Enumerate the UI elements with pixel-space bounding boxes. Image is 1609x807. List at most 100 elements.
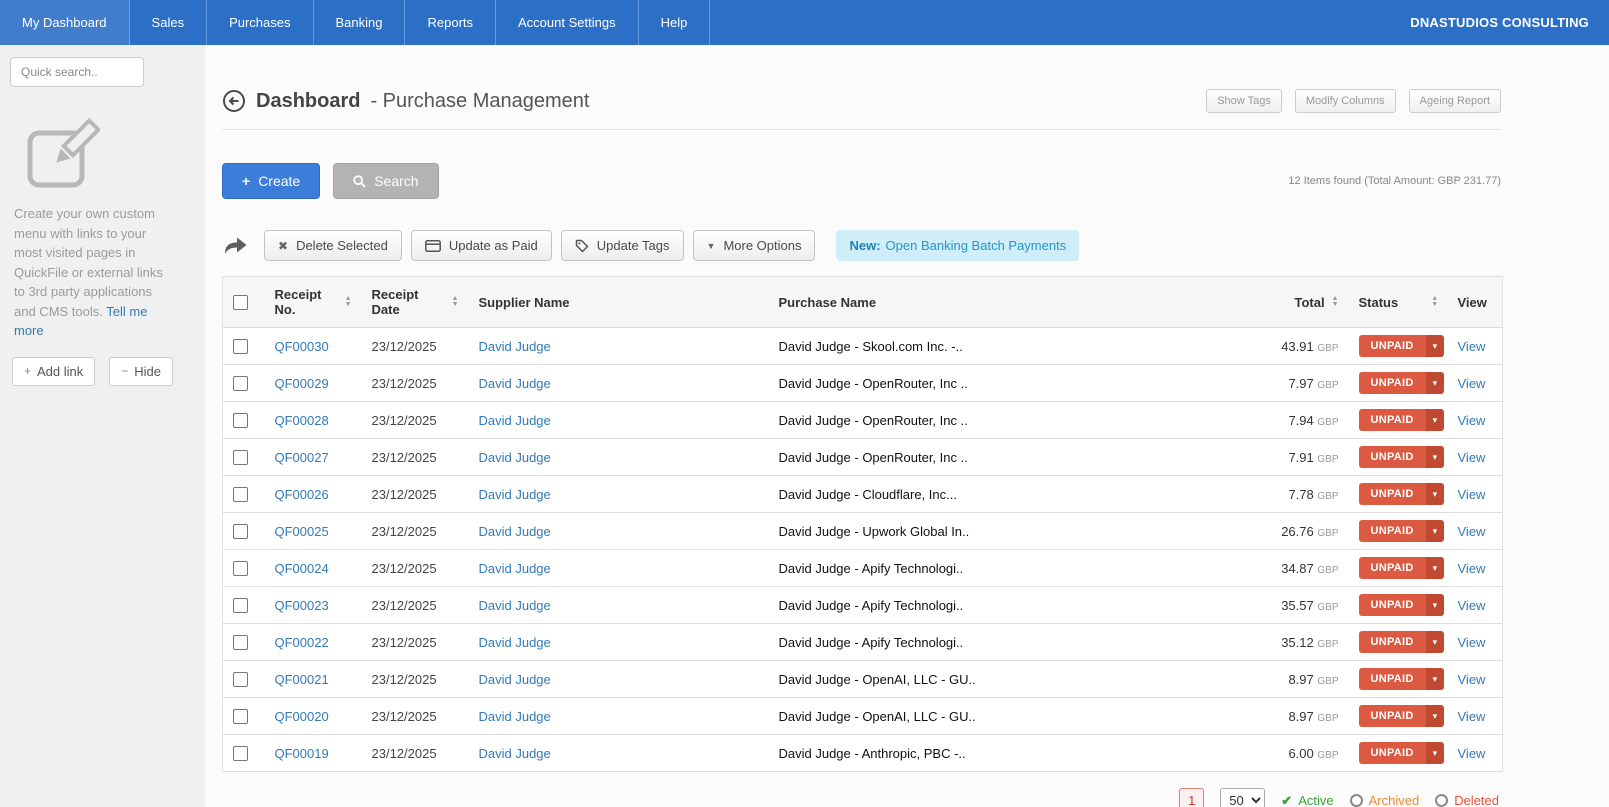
receipt-no-link[interactable]: QF00019: [275, 746, 329, 761]
receipt-no-link[interactable]: QF00029: [275, 376, 329, 391]
status-badge[interactable]: UNPAID ▾: [1358, 409, 1445, 431]
status-badge[interactable]: UNPAID ▾: [1358, 446, 1445, 468]
receipt-no-link[interactable]: QF00028: [275, 413, 329, 428]
view-link[interactable]: View: [1458, 746, 1486, 761]
status-caret-icon[interactable]: ▾: [1425, 446, 1445, 468]
page-size-select[interactable]: 50: [1220, 788, 1266, 807]
row-checkbox[interactable]: [233, 450, 248, 466]
ageing-report-button[interactable]: Ageing Report: [1408, 89, 1501, 113]
supplier-link[interactable]: David Judge: [479, 339, 551, 354]
row-checkbox[interactable]: [233, 672, 248, 688]
receipt-no-link[interactable]: QF00030: [275, 339, 329, 354]
row-checkbox[interactable]: [233, 339, 248, 355]
status-badge[interactable]: UNPAID ▾: [1358, 520, 1445, 542]
view-link[interactable]: View: [1458, 339, 1486, 354]
update-as-paid-button[interactable]: Update as Paid: [410, 230, 552, 261]
status-badge[interactable]: UNPAID ▾: [1358, 742, 1445, 764]
filter-archived[interactable]: Archived: [1349, 793, 1419, 807]
supplier-link[interactable]: David Judge: [479, 561, 551, 576]
status-badge[interactable]: UNPAID ▾: [1358, 372, 1445, 394]
status-caret-icon[interactable]: ▾: [1425, 742, 1445, 764]
supplier-link[interactable]: David Judge: [479, 413, 551, 428]
status-caret-icon[interactable]: ▾: [1425, 520, 1445, 542]
sort-receipt-no-icon[interactable]: [345, 296, 352, 308]
supplier-link[interactable]: David Judge: [479, 709, 551, 724]
sort-total-icon[interactable]: [1332, 296, 1339, 308]
view-link[interactable]: View: [1458, 413, 1486, 428]
row-checkbox[interactable]: [233, 709, 248, 725]
row-checkbox[interactable]: [233, 524, 248, 540]
update-tags-button[interactable]: Update Tags: [560, 230, 684, 261]
row-checkbox[interactable]: [233, 746, 248, 762]
pagination-page-1[interactable]: 1: [1179, 788, 1205, 807]
row-checkbox[interactable]: [233, 487, 248, 503]
create-button[interactable]: + Create: [222, 163, 321, 199]
nav-item-account-settings[interactable]: Account Settings: [496, 0, 639, 45]
nav-item-help[interactable]: Help: [639, 0, 711, 45]
view-link[interactable]: View: [1458, 561, 1486, 576]
receipt-no-link[interactable]: QF00027: [275, 450, 329, 465]
status-badge[interactable]: UNPAID ▾: [1358, 594, 1445, 616]
add-link-button[interactable]: + Add link: [12, 356, 96, 386]
status-caret-icon[interactable]: ▾: [1425, 483, 1445, 505]
sort-receipt-date-icon[interactable]: [452, 296, 459, 308]
show-tags-button[interactable]: Show Tags: [1206, 89, 1282, 113]
receipt-no-link[interactable]: QF00021: [275, 672, 329, 687]
status-caret-icon[interactable]: ▾: [1425, 372, 1445, 394]
status-caret-icon[interactable]: ▾: [1425, 409, 1445, 431]
view-link[interactable]: View: [1458, 376, 1486, 391]
view-link[interactable]: View: [1458, 635, 1486, 650]
nav-item-my-dashboard[interactable]: My Dashboard: [0, 0, 130, 45]
nav-item-sales[interactable]: Sales: [130, 0, 208, 45]
nav-item-reports[interactable]: Reports: [405, 0, 497, 45]
more-options-button[interactable]: ▼ More Options: [692, 230, 816, 261]
row-checkbox[interactable]: [233, 376, 248, 392]
status-badge[interactable]: UNPAID ▾: [1358, 668, 1445, 690]
supplier-link[interactable]: David Judge: [479, 746, 551, 761]
status-badge[interactable]: UNPAID ▾: [1358, 705, 1445, 727]
row-checkbox[interactable]: [233, 561, 248, 577]
status-badge[interactable]: UNPAID ▾: [1358, 335, 1445, 357]
status-caret-icon[interactable]: ▾: [1425, 668, 1445, 690]
row-checkbox[interactable]: [233, 635, 248, 651]
view-link[interactable]: View: [1458, 450, 1486, 465]
view-link[interactable]: View: [1458, 487, 1486, 502]
view-link[interactable]: View: [1458, 524, 1486, 539]
status-caret-icon[interactable]: ▾: [1425, 705, 1445, 727]
view-link[interactable]: View: [1458, 709, 1486, 724]
select-all-checkbox[interactable]: [233, 295, 248, 311]
row-checkbox[interactable]: [233, 598, 248, 614]
receipt-no-link[interactable]: QF00020: [275, 709, 329, 724]
supplier-link[interactable]: David Judge: [479, 635, 551, 650]
search-button[interactable]: Search: [333, 163, 439, 199]
filter-active[interactable]: ✔ Active: [1281, 793, 1333, 807]
nav-item-purchases[interactable]: Purchases: [207, 0, 314, 45]
receipt-no-link[interactable]: QF00024: [275, 561, 329, 576]
receipt-no-link[interactable]: QF00022: [275, 635, 329, 650]
supplier-link[interactable]: David Judge: [479, 524, 551, 539]
status-badge[interactable]: UNPAID ▾: [1358, 631, 1445, 653]
status-badge[interactable]: UNPAID ▾: [1358, 557, 1445, 579]
sort-status-icon[interactable]: [1431, 296, 1438, 308]
status-caret-icon[interactable]: ▾: [1425, 594, 1445, 616]
open-banking-banner[interactable]: New: Open Banking Batch Payments: [836, 230, 1080, 261]
supplier-link[interactable]: David Judge: [479, 487, 551, 502]
supplier-link[interactable]: David Judge: [479, 672, 551, 687]
receipt-no-link[interactable]: QF00026: [275, 487, 329, 502]
receipt-no-link[interactable]: QF00025: [275, 524, 329, 539]
view-link[interactable]: View: [1458, 598, 1486, 613]
receipt-no-link[interactable]: QF00023: [275, 598, 329, 613]
quick-search-input[interactable]: [10, 57, 144, 87]
status-badge[interactable]: UNPAID ▾: [1358, 483, 1445, 505]
status-caret-icon[interactable]: ▾: [1425, 631, 1445, 653]
status-caret-icon[interactable]: ▾: [1425, 557, 1445, 579]
row-checkbox[interactable]: [233, 413, 248, 429]
supplier-link[interactable]: David Judge: [479, 450, 551, 465]
view-link[interactable]: View: [1458, 672, 1486, 687]
delete-selected-button[interactable]: ✖ Delete Selected: [264, 230, 402, 261]
filter-deleted[interactable]: Deleted: [1435, 793, 1499, 807]
supplier-link[interactable]: David Judge: [479, 376, 551, 391]
modify-columns-button[interactable]: Modify Columns: [1294, 89, 1396, 113]
hide-button[interactable]: − Hide: [109, 356, 174, 386]
status-caret-icon[interactable]: ▾: [1425, 335, 1445, 357]
